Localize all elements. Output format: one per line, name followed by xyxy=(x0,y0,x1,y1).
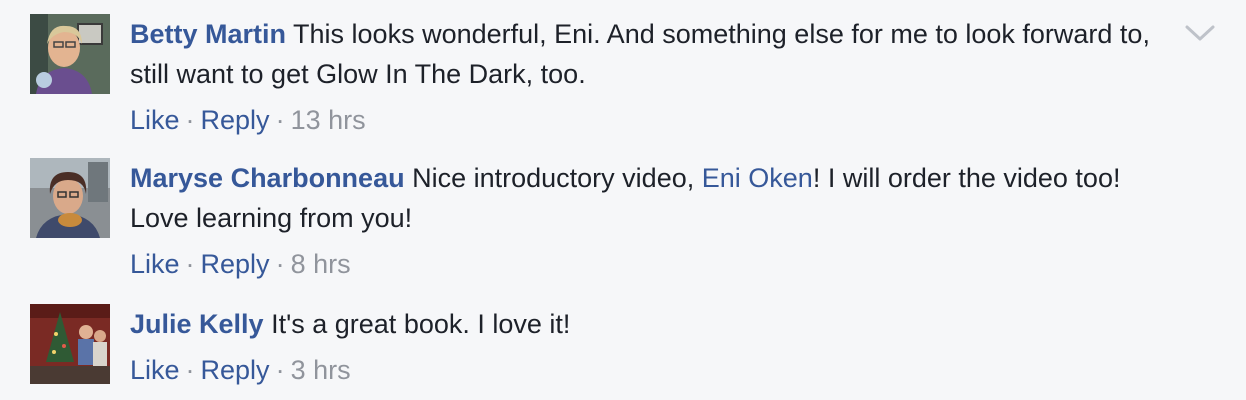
comment-text: Betty Martin This looks wonderful, Eni. … xyxy=(130,14,1170,94)
avatar[interactable] xyxy=(30,158,110,238)
avatar[interactable] xyxy=(30,304,110,384)
comment-text: Maryse Charbonneau Nice introductory vid… xyxy=(130,158,1170,238)
reply-button[interactable]: Reply xyxy=(201,105,270,135)
comment-actions: Like · Reply · 8 hrs xyxy=(130,244,1170,284)
mention-link[interactable]: Eni Oken xyxy=(702,163,813,193)
comment-author[interactable]: Julie Kelly xyxy=(130,309,264,339)
like-button[interactable]: Like xyxy=(130,249,180,279)
separator-dot: · xyxy=(185,249,195,279)
comment-body: Maryse Charbonneau Nice introductory vid… xyxy=(130,158,1170,284)
comment-timestamp[interactable]: 8 hrs xyxy=(291,249,351,279)
separator-dot: · xyxy=(275,355,285,385)
comment-message: It's a great book. I love it! xyxy=(271,309,571,339)
separator-dot: · xyxy=(275,249,285,279)
comment-author[interactable]: Maryse Charbonneau xyxy=(130,163,405,193)
comment-actions: Like · Reply · 3 hrs xyxy=(130,350,1170,390)
comment-timestamp[interactable]: 13 hrs xyxy=(291,105,366,135)
comment-actions: Like · Reply · 13 hrs xyxy=(130,100,1170,140)
comment-message: Nice introductory video, xyxy=(412,163,695,193)
like-button[interactable]: Like xyxy=(130,355,180,385)
comment-text: Julie Kelly It's a great book. I love it… xyxy=(130,304,1170,344)
comment-body: Julie Kelly It's a great book. I love it… xyxy=(130,304,1170,390)
like-button[interactable]: Like xyxy=(130,105,180,135)
separator-dot: · xyxy=(185,355,195,385)
comment-body: Betty Martin This looks wonderful, Eni. … xyxy=(130,14,1170,140)
chevron-down-icon[interactable] xyxy=(1184,22,1216,44)
separator-dot: · xyxy=(275,105,285,135)
reply-button[interactable]: Reply xyxy=(201,249,270,279)
separator-dot: · xyxy=(185,105,195,135)
comment-author[interactable]: Betty Martin xyxy=(130,19,286,49)
reply-button[interactable]: Reply xyxy=(201,355,270,385)
avatar[interactable] xyxy=(30,14,110,94)
comment-timestamp[interactable]: 3 hrs xyxy=(291,355,351,385)
